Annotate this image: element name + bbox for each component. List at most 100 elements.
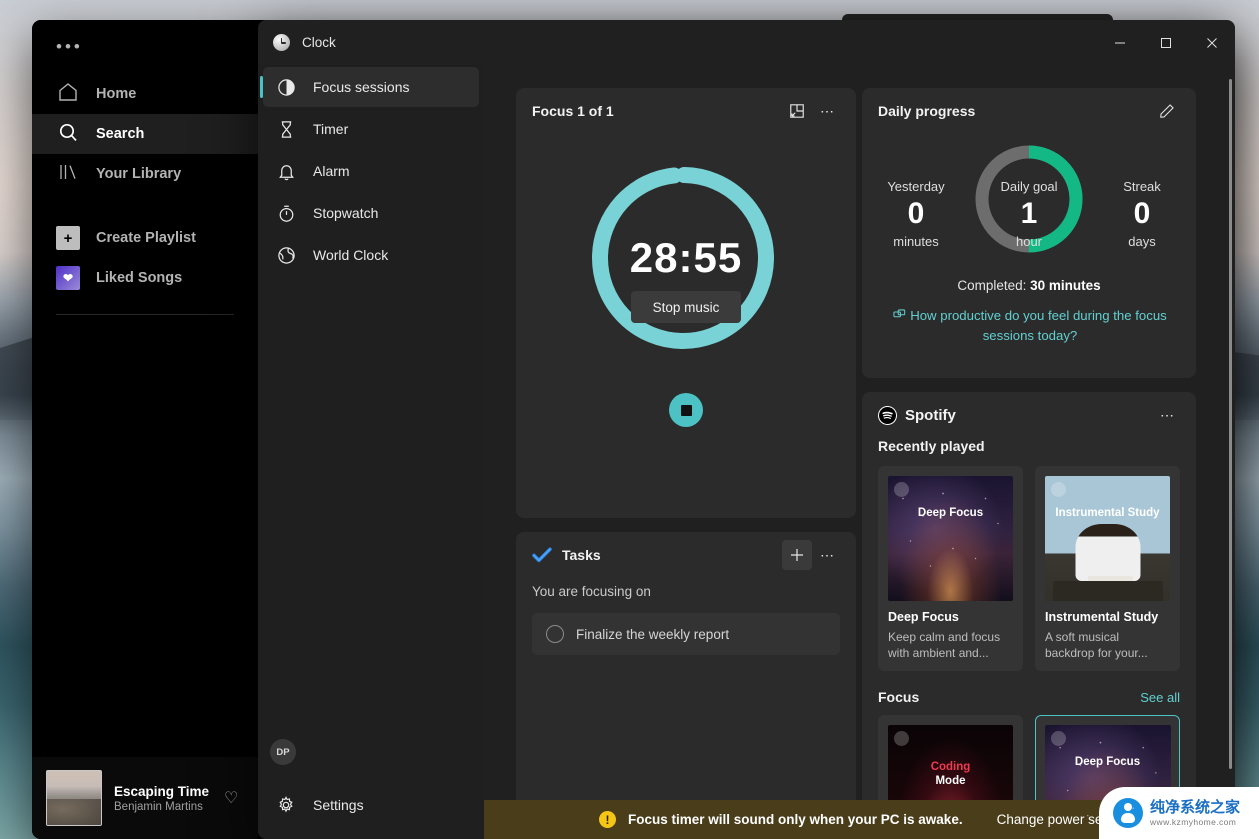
daily-goal-value: 1	[1020, 197, 1038, 230]
world-clock-icon	[275, 246, 297, 265]
playlist-card[interactable]: Instrumental Study Instrumental Study A …	[1035, 466, 1180, 671]
clock-window[interactable]: Clock Focus sessions Timer Alarm Stopwat…	[258, 20, 1235, 839]
cover-desk-graphic	[1052, 581, 1163, 601]
sidebar-item-label: Search	[96, 126, 145, 142]
playlist-cover: Deep Focus	[888, 476, 1013, 601]
album-art[interactable]	[46, 770, 102, 826]
stop-music-button[interactable]: Stop music	[631, 291, 741, 323]
window-title: Clock	[302, 35, 336, 50]
timer-icon	[275, 120, 297, 139]
playlist-card[interactable]: Deep Focus	[1035, 715, 1180, 839]
spotify-brand-label: Spotify	[905, 406, 956, 424]
spotify-integration-card: Spotify ⋯ Recently played Deep Focus Dee…	[862, 392, 1196, 839]
see-all-link[interactable]: See all	[1140, 690, 1180, 705]
sidebar-item-liked-songs[interactable]: ❤ Liked Songs	[32, 258, 258, 298]
now-playing-meta: Escaping Time Benjamin Martins	[114, 784, 212, 813]
tasks-card-title: Tasks	[562, 547, 601, 563]
close-button[interactable]	[1189, 20, 1235, 65]
plus-icon: +	[56, 226, 80, 250]
clock-navigation-bottom: DP Settings	[258, 739, 484, 839]
stop-icon	[680, 404, 692, 416]
clock-navigation: Focus sessions Timer Alarm Stopwatch Wor…	[258, 65, 484, 839]
stopwatch-icon	[275, 204, 297, 223]
streak-unit: days	[1128, 234, 1156, 249]
playlist-card[interactable]: Deep Focus Deep Focus Keep calm and focu…	[878, 466, 1023, 671]
focus-card-header: Focus 1 of 1 ⋯	[516, 88, 856, 134]
yesterday-unit: minutes	[893, 234, 939, 249]
heart-outline-icon[interactable]: ♡	[224, 788, 244, 808]
focus-sessions-icon	[275, 78, 297, 97]
sidebar-item-focus-sessions[interactable]: Focus sessions	[260, 67, 479, 107]
sidebar-item-search[interactable]: Search	[32, 114, 258, 154]
focus-card-title: Focus 1 of 1	[532, 103, 614, 119]
sidebar-item-label: Home	[96, 86, 137, 102]
avatar[interactable]: DP	[270, 739, 296, 765]
sidebar-item-your-library[interactable]: Your Library	[32, 154, 258, 194]
more-icon[interactable]: ⋯	[1152, 400, 1182, 430]
cover-title: Deep Focus	[917, 507, 984, 519]
cover-title: Instrumental Study	[1055, 507, 1160, 519]
sidebar-item-label: Stopwatch	[313, 205, 379, 221]
daily-progress-title: Daily progress	[878, 103, 976, 119]
recently-played-title: Recently played	[878, 438, 985, 454]
sidebar-item-label: Timer	[313, 121, 349, 137]
streak-value: 0	[1133, 197, 1151, 230]
spotify-menu-dots[interactable]: •••	[32, 38, 258, 56]
home-icon	[56, 80, 80, 108]
tasks-card-header: Tasks ⋯	[516, 532, 856, 578]
feedback-link[interactable]: How productive do you feel during the fo…	[884, 307, 1176, 345]
track-artist: Benjamin Martins	[114, 800, 203, 813]
sidebar-item-label: Focus sessions	[313, 79, 410, 95]
streak-stat: Streak 0 days	[1096, 179, 1188, 249]
yesterday-stat: Yesterday 0 minutes	[870, 179, 962, 249]
more-icon[interactable]: ⋯	[812, 540, 842, 570]
feedback-icon	[893, 309, 906, 327]
spotify-badge-icon	[894, 482, 909, 497]
daily-goal-stat: Daily goal 1 hour	[983, 179, 1075, 249]
spotify-badge-icon	[894, 731, 909, 746]
cover-title: Deep Focus	[1074, 755, 1141, 768]
playlist-description: Keep calm and focus with ambient and...	[888, 630, 1001, 660]
compact-overlay-icon[interactable]	[782, 96, 812, 126]
maximize-button[interactable]	[1143, 20, 1189, 65]
stop-focus-button[interactable]	[669, 393, 703, 427]
cover-person-graphic	[1075, 523, 1140, 581]
sidebar-item-alarm[interactable]: Alarm	[263, 151, 479, 191]
focus-session-card: Focus 1 of 1 ⋯ 28:55 Stop music	[516, 88, 856, 518]
cover-title-line1: Coding	[930, 761, 971, 773]
cover-title: Coding Mode	[925, 760, 977, 788]
sidebar-item-settings[interactable]: Settings	[263, 785, 479, 825]
search-icon	[56, 120, 80, 148]
sidebar-item-home[interactable]: Home	[32, 74, 258, 114]
pencil-icon[interactable]	[1152, 96, 1182, 126]
daily-progress-header: Daily progress	[862, 88, 1196, 134]
completed-prefix: Completed:	[957, 278, 1031, 293]
minimize-button[interactable]	[1097, 20, 1143, 65]
sidebar-item-world-clock[interactable]: World Clock	[263, 235, 479, 275]
library-icon	[56, 160, 80, 188]
more-icon[interactable]: ⋯	[812, 96, 842, 126]
spotify-badge-icon	[1051, 482, 1066, 497]
tasks-subtitle: You are focusing on	[532, 584, 651, 599]
list-item[interactable]: Finalize the weekly report	[532, 613, 840, 655]
sidebar-item-stopwatch[interactable]: Stopwatch	[263, 193, 479, 233]
content-scrollbar[interactable]	[1229, 79, 1232, 769]
warning-icon: !	[599, 811, 616, 828]
clock-content-area: Focus 1 of 1 ⋯ 28:55 Stop music Tasks ⋯ …	[484, 65, 1235, 839]
sidebar-divider	[56, 314, 234, 315]
sidebar-item-create-playlist[interactable]: + Create Playlist	[32, 218, 258, 258]
spotify-sidebar: ••• Home Search Your Library + Create Pl…	[32, 20, 258, 839]
track-title: Escaping Time	[114, 783, 210, 799]
daily-progress-card: Daily progress Yesterday 0 minutes Daily…	[862, 88, 1196, 378]
sidebar-item-timer[interactable]: Timer	[263, 109, 479, 149]
microsoft-todo-icon	[532, 547, 552, 563]
task-checkbox[interactable]	[546, 625, 564, 643]
notification-message: Focus timer will sound only when your PC…	[628, 812, 963, 827]
playlist-cover: Deep Focus	[1044, 724, 1171, 839]
add-task-button[interactable]	[782, 540, 812, 570]
sidebar-item-label: World Clock	[313, 247, 389, 263]
clock-titlebar[interactable]: Clock	[258, 20, 1235, 65]
window-controls	[1097, 20, 1235, 65]
tasks-card: Tasks ⋯ You are focusing on Finalize the…	[516, 532, 856, 839]
